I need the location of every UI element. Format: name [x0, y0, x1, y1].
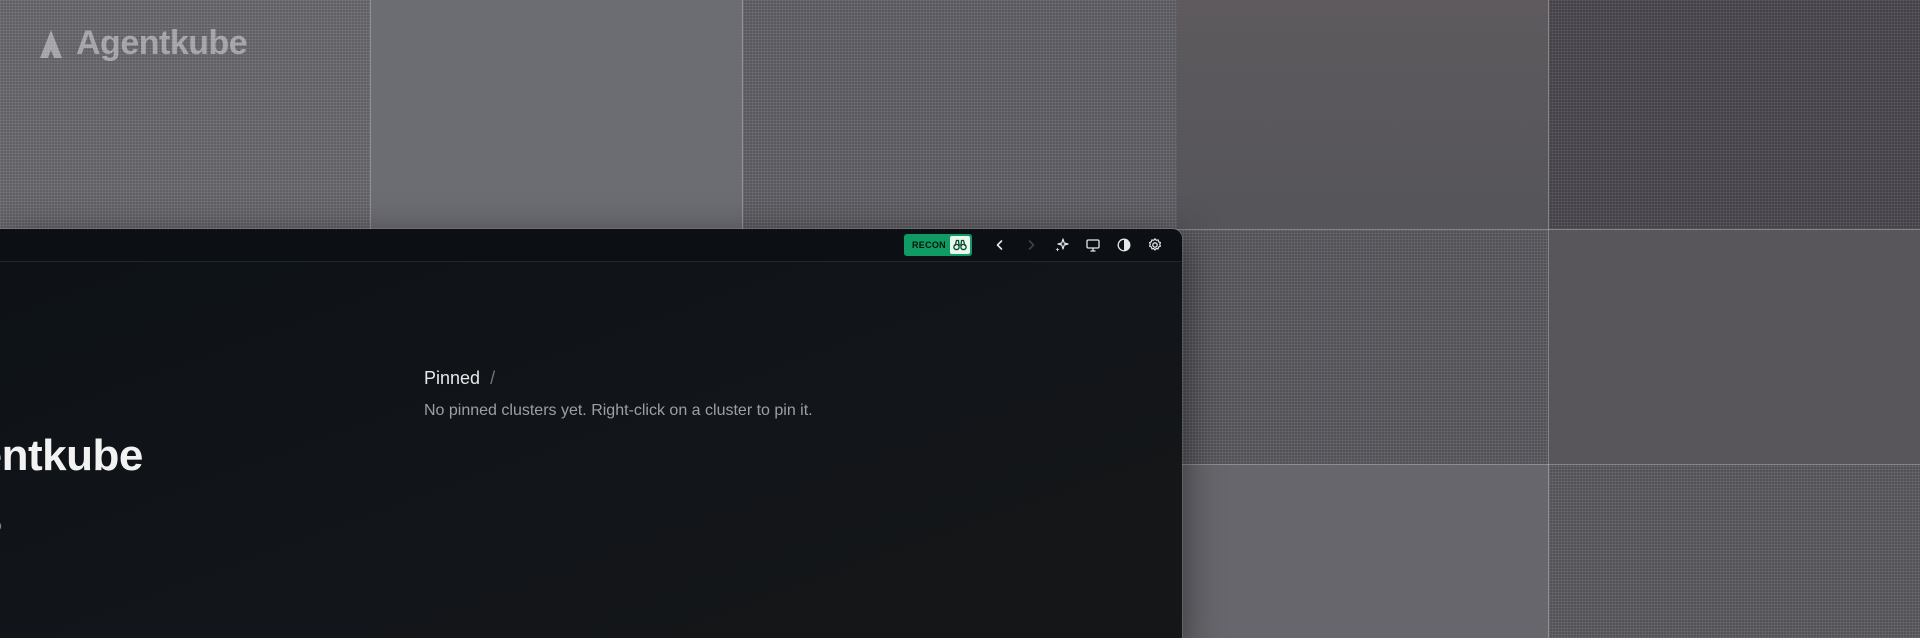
- forward-button[interactable]: [1015, 233, 1046, 257]
- recon-mode-button[interactable]: RECON: [903, 234, 972, 256]
- chevron-left-icon: [996, 240, 1002, 250]
- desktop-wallpaper: Agentkube RECON ntkube Pinned / No pinne…: [0, 0, 1920, 638]
- pinned-header: Pinned /: [424, 368, 813, 389]
- wallpaper-tile: [743, 0, 1177, 229]
- contrast-icon: [1117, 238, 1130, 252]
- display-button[interactable]: [1077, 233, 1108, 257]
- wallpaper-tile: [1177, 229, 1549, 465]
- wallpaper-tile: [1177, 465, 1549, 638]
- chevron-right-icon: [1028, 240, 1034, 250]
- wallpaper-logo: Agentkube: [38, 24, 248, 63]
- wallpaper-tile: [371, 0, 743, 229]
- wallpaper-tile: [1549, 229, 1920, 465]
- sidebar-brand-title: Agentkube: [0, 431, 143, 480]
- agentkube-logo-icon: [40, 29, 62, 58]
- theme-toggle-button[interactable]: [1108, 233, 1139, 257]
- wallpaper-tile: [1549, 465, 1920, 638]
- sparkles-icon: [1055, 238, 1069, 252]
- wallpaper-tile: [1177, 0, 1549, 229]
- binoculars-icon: [950, 236, 970, 254]
- wallpaper-logo-text: Agentkube: [76, 24, 248, 62]
- pinned-empty-message: No pinned clusters yet. Right-click on a…: [424, 402, 813, 419]
- pinned-section: Pinned / No pinned clusters yet. Right-c…: [424, 368, 813, 420]
- sidebar-brand-subtitle: o: [0, 517, 2, 533]
- monitor-icon: [1085, 239, 1100, 252]
- gear-icon: [1148, 238, 1161, 251]
- wallpaper-divider: [1177, 229, 1920, 230]
- pinned-separator: /: [490, 368, 496, 388]
- app-window: RECON ntkube Pinned / No pinned clusters…: [0, 229, 1182, 638]
- settings-button[interactable]: [1139, 233, 1170, 257]
- back-button[interactable]: [984, 233, 1015, 257]
- wallpaper-divider: [1177, 464, 1920, 465]
- ai-assistant-button[interactable]: [1046, 233, 1077, 257]
- wallpaper-tile: [1549, 0, 1920, 229]
- recon-label: RECON: [911, 240, 946, 250]
- window-titlebar: RECON: [0, 229, 1182, 262]
- window-toolbar: RECON: [903, 233, 1170, 257]
- wallpaper-divider: [1548, 0, 1549, 638]
- pinned-title: Pinned: [424, 368, 481, 388]
- wallpaper-divider: [742, 0, 743, 229]
- wallpaper-divider: [370, 0, 371, 229]
